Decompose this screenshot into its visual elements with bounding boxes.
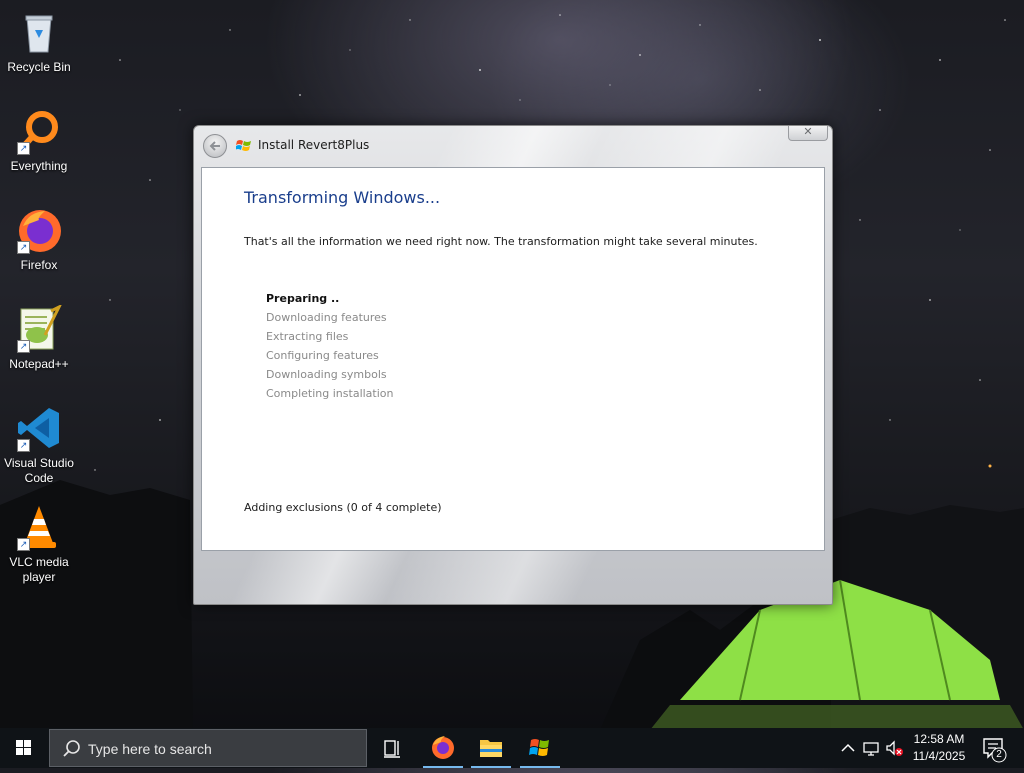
volume-muted-icon[interactable] <box>884 738 904 758</box>
chevron-up-icon[interactable] <box>838 738 858 758</box>
desktop-icon-label: Visual Studio Code <box>4 456 74 485</box>
clock-date: 11/4/2025 <box>912 749 966 763</box>
desktop-icon-label: Recycle Bin <box>7 60 71 74</box>
file-explorer-icon <box>480 740 502 757</box>
network-icon[interactable] <box>861 738 881 758</box>
step-extracting-files: Extracting files <box>266 330 349 343</box>
desktop-icon-everything[interactable]: ↗ Everything <box>2 107 76 174</box>
firefox-icon: ↗ <box>15 206 63 254</box>
info-text: That's all the information we need right… <box>244 235 758 248</box>
vscode-icon: ↗ <box>15 404 63 452</box>
desktop-icon-label: VLC media player <box>9 555 69 584</box>
vlc-icon: ↗ <box>15 503 63 551</box>
notepad-plus-plus-icon: ↗ <box>15 303 63 353</box>
action-center-button[interactable]: 2 <box>978 728 1024 768</box>
shortcut-arrow-icon: ↗ <box>17 142 30 155</box>
notification-count-badge: 2 <box>996 749 1002 760</box>
desktop-icon-label: Firefox <box>20 258 58 272</box>
search-placeholder: Type here to search <box>88 741 212 757</box>
system-clock[interactable]: 12:58 AM 11/4/2025 <box>903 731 975 765</box>
windows-logo-icon <box>16 740 31 755</box>
title-bar[interactable]: Install Revert8Plus ✕ <box>194 126 832 166</box>
desktop-icon-notepad-plus-plus[interactable]: ↗ Notepad++ <box>2 303 76 372</box>
desktop-icon-recycle-bin[interactable]: Recycle Bin <box>2 8 76 75</box>
shortcut-arrow-icon: ↗ <box>17 241 30 254</box>
step-completing-installation: Completing installation <box>266 387 394 400</box>
everything-search-icon: ↗ <box>15 107 63 155</box>
desktop-icon-label: Notepad++ <box>9 357 69 371</box>
firefox-icon <box>432 736 454 759</box>
taskbar-search-box[interactable]: Type here to search <box>49 729 367 767</box>
close-icon: ✕ <box>803 126 813 138</box>
recycle-bin-icon <box>15 8 63 56</box>
progress-steps: Preparing .. Downloading features Extrac… <box>266 291 394 405</box>
page-title: Transforming Windows... <box>244 188 441 207</box>
search-icon <box>63 740 80 757</box>
shortcut-arrow-icon: ↗ <box>17 340 30 353</box>
start-button[interactable] <box>0 728 48 768</box>
taskbar-firefox[interactable] <box>419 728 467 768</box>
taskbar-installer[interactable] <box>516 728 564 768</box>
task-view-button[interactable] <box>368 728 416 768</box>
step-downloading-symbols: Downloading symbols <box>266 368 387 381</box>
task-view-icon <box>384 740 400 758</box>
status-text: Adding exclusions (0 of 4 complete) <box>244 501 442 514</box>
shortcut-arrow-icon: ↗ <box>17 538 30 551</box>
step-downloading-features: Downloading features <box>266 311 387 324</box>
desktop-icon-label: Everything <box>10 159 68 173</box>
taskbar-file-explorer[interactable] <box>467 728 515 768</box>
wizard-content-panel: Transforming Windows... That's all the i… <box>201 167 825 551</box>
desktop-icon-vlc[interactable]: ↗ VLC media player <box>2 503 76 585</box>
windows-flag-icon <box>236 140 251 151</box>
desktop-icon-vscode[interactable]: ↗ Visual Studio Code <box>2 404 76 486</box>
close-button[interactable]: ✕ <box>788 126 828 141</box>
back-button[interactable] <box>203 134 227 158</box>
windows-installer-icon <box>529 739 549 756</box>
clock-time: 12:58 AM <box>913 732 965 746</box>
shortcut-arrow-icon: ↗ <box>17 439 30 452</box>
step-preparing: Preparing .. <box>266 292 340 305</box>
installer-window: Install Revert8Plus ✕ Transforming Windo… <box>193 125 833 605</box>
step-configuring-features: Configuring features <box>266 349 379 362</box>
back-arrow-icon <box>209 141 220 151</box>
taskbar: Type here to search 12:58 AM 11/4/2025 2 <box>0 728 1024 768</box>
desktop-icon-firefox[interactable]: ↗ Firefox <box>2 206 76 273</box>
window-title: Install Revert8Plus <box>258 138 370 152</box>
